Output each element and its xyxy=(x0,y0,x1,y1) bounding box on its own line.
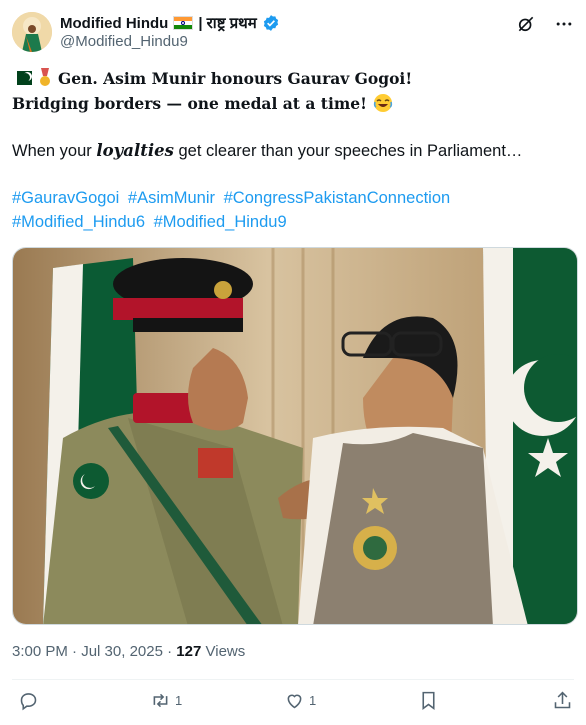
meta-separator: · xyxy=(72,643,78,660)
post-subline: Bridging borders — one medal at a time! xyxy=(12,93,367,113)
author-name-row[interactable]: Modified Hindu | राष्ट्र प्रथम xyxy=(60,13,280,33)
views-label: Views xyxy=(205,643,246,660)
post-meta: 3:00 PM · Jul 30, 2025 · 127 Views xyxy=(12,643,245,660)
india-flag-icon xyxy=(173,16,194,30)
hashtag-link[interactable]: #Modified_Hindu9 xyxy=(154,213,287,231)
hashtag-link[interactable]: #GauravGogoi xyxy=(12,189,119,207)
share-icon xyxy=(554,691,571,709)
pakistan-flag-icon xyxy=(12,71,32,85)
post-line-2: Bridging borders — one medal at a time! xyxy=(12,93,393,113)
post-line-3-suffix: get clearer than your speeches in Parlia… xyxy=(178,142,523,160)
post-line-3: When your loyalties get clearer than you… xyxy=(12,141,522,161)
repost-count: 1 xyxy=(175,693,183,708)
post-line-3-prefix: When your xyxy=(12,142,92,160)
avatar[interactable] xyxy=(12,12,52,52)
share-button[interactable] xyxy=(552,690,573,711)
medal-icon xyxy=(40,68,50,86)
reply-icon xyxy=(20,693,37,711)
bookmark-button[interactable] xyxy=(418,690,439,711)
post-line-3-keyword: loyalties xyxy=(96,141,174,160)
reply-button[interactable] xyxy=(18,690,43,711)
author-tagline: | राष्ट्र प्रथम xyxy=(198,15,257,32)
views-count: 127 xyxy=(176,643,202,660)
divider xyxy=(12,679,574,680)
hashtag-link[interactable]: #Modified_Hindu6 xyxy=(12,213,145,231)
author-display-name[interactable]: Modified Hindu xyxy=(60,15,168,32)
repost-button[interactable]: 1 xyxy=(150,690,182,711)
post-image[interactable] xyxy=(12,247,578,625)
post-line-1: Gen. Asim Munir honours Gaurav Gogoi! xyxy=(12,68,412,88)
hashtags-row-2: #Modified_Hindu6 #Modified_Hindu9 xyxy=(12,213,291,232)
meta-separator: · xyxy=(167,643,173,660)
grok-icon[interactable] xyxy=(516,14,536,34)
hashtag-link[interactable]: #AsimMunir xyxy=(128,189,215,207)
post-headline: Gen. Asim Munir honours Gaurav Gogoi! xyxy=(58,68,413,88)
post-time[interactable]: 3:00 PM xyxy=(12,643,68,660)
hashtags-row-1: #GauravGogoi #AsimMunir #CongressPakista… xyxy=(12,189,454,208)
more-icon[interactable] xyxy=(554,14,574,34)
verified-badge-icon xyxy=(263,15,278,31)
laughing-emoji-icon xyxy=(373,94,393,112)
action-bar: 1 1 xyxy=(12,690,574,718)
repost-icon xyxy=(153,693,168,708)
like-button[interactable]: 1 xyxy=(284,690,316,711)
author-handle[interactable]: @Modified_Hindu9 xyxy=(60,33,188,50)
bookmark-icon xyxy=(422,691,435,710)
post-date[interactable]: Jul 30, 2025 xyxy=(81,643,163,660)
heart-icon xyxy=(287,694,302,709)
hashtag-link[interactable]: #CongressPakistanConnection xyxy=(224,189,451,207)
post-header: Modified Hindu | राष्ट्र प्रथम @Modified… xyxy=(12,10,574,54)
like-count: 1 xyxy=(309,693,317,708)
